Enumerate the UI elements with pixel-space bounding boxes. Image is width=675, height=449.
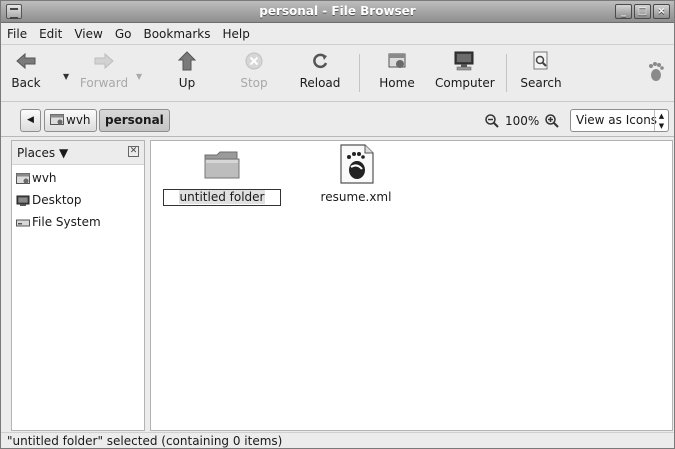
title-bar[interactable]: personal - File Browser _ □ × [1,1,674,23]
close-window-button[interactable]: × [653,4,670,19]
file-browser-window: personal - File Browser _ □ × File Edit … [0,0,675,449]
folder-icon [204,151,240,179]
sidebar-item-label: wvh [32,171,57,185]
path-scroll-left-button[interactable]: ◀ [20,109,41,132]
path-button-wvh[interactable]: wvh [44,109,97,132]
places-sidebar: Places ▼ ✕ wvh Desktop File System [11,140,145,431]
menu-view[interactable]: View [74,27,102,41]
home-folder-icon [16,172,30,184]
home-button[interactable]: Home [379,50,415,98]
gnome-foot-icon [649,62,664,81]
zoom-in-icon[interactable] [545,114,559,129]
zoom-out-icon[interactable] [485,114,499,129]
toolbar: Back ▼ Forward ▼ Up Stop Reload Home Com… [1,46,674,102]
path-label-wvh: wvh [66,113,91,127]
desktop-icon [16,195,30,206]
drive-icon [16,219,30,226]
view-mode-select[interactable]: View as Icons ▲ ▼ [570,109,669,132]
back-arrow-icon [16,52,36,70]
window-title: personal - File Browser [259,4,416,18]
menu-bookmarks[interactable]: Bookmarks [143,27,210,41]
home-folder-icon [50,114,64,125]
path-label-personal: personal [105,113,164,127]
computer-icon [454,51,474,71]
search-button[interactable]: Search [519,50,563,98]
file-name: resume.xml [320,190,392,204]
zoom-level[interactable]: 100% [505,114,539,128]
sidebar-item-label: Desktop [32,193,82,207]
file-item-resume-xml[interactable]: resume.xml [316,143,396,204]
reload-button[interactable]: Reload [299,50,341,98]
rename-text: untitled folder [178,190,266,204]
back-button[interactable]: Back [9,50,43,98]
location-bar: ◀ wvh personal 100% View as Icons ▲ ▼ [1,103,674,137]
search-icon [533,51,548,70]
home-icon [388,53,406,68]
xml-document-icon [340,144,374,184]
menu-edit[interactable]: Edit [39,27,62,41]
toolbar-separator [506,54,507,92]
up-arrow-icon [177,51,197,71]
up-button[interactable]: Up [173,50,201,98]
view-mode-label: View as Icons [576,113,658,127]
menu-bar: File Edit View Go Bookmarks Help [1,24,674,45]
minimize-button[interactable]: _ [615,4,632,19]
places-dropdown[interactable]: Places ▼ [17,146,68,160]
back-history-dropdown[interactable]: ▼ [63,72,69,81]
menu-go[interactable]: Go [115,27,132,41]
sidebar-item-wvh[interactable]: wvh [16,169,57,187]
status-bar: "untitled folder" selected (containing 0… [1,432,674,448]
forward-history-dropdown[interactable]: ▼ [136,72,142,81]
path-button-personal[interactable]: personal [99,109,170,132]
rename-field[interactable]: untitled folder [163,189,281,206]
forward-arrow-icon [94,52,114,70]
file-view[interactable]: untitled folder resume.xml [150,140,673,431]
sidebar-item-file-system[interactable]: File System [16,213,101,231]
sidebar-header: Places ▼ ✕ [12,141,144,165]
forward-button[interactable]: Forward [79,50,129,98]
stop-icon [245,52,263,70]
computer-button[interactable]: Computer [435,50,495,98]
sidebar-item-desktop[interactable]: Desktop [16,191,82,209]
select-arrows-icon: ▲ ▼ [654,110,668,131]
maximize-button[interactable]: □ [634,4,651,19]
file-item-untitled-folder[interactable] [195,149,249,184]
menu-help[interactable]: Help [223,27,250,41]
toolbar-separator [359,54,360,92]
reload-icon [313,53,328,69]
menu-file[interactable]: File [7,27,27,41]
stop-button[interactable]: Stop [237,50,271,98]
window-controls: _ □ × [615,4,670,19]
close-sidebar-button[interactable]: ✕ [128,146,139,157]
sidebar-item-label: File System [32,215,101,229]
